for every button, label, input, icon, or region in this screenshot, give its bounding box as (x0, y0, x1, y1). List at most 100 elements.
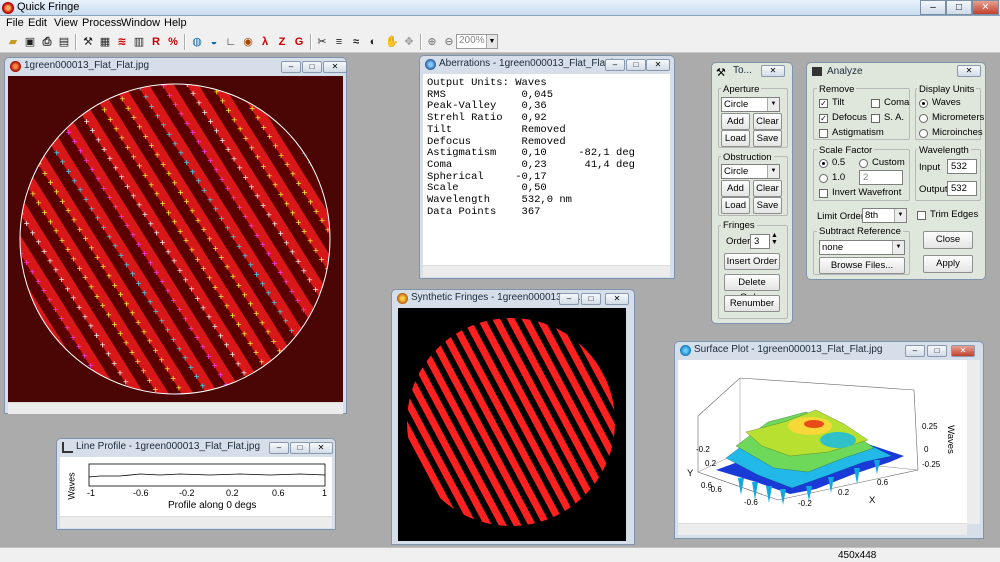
trim-edges-checkbox[interactable] (917, 211, 926, 220)
delete-order-button[interactable]: Delete Order (724, 274, 780, 303)
z-tick: -0.25 (922, 460, 941, 469)
window-close-button[interactable]: ✕ (951, 345, 975, 357)
close-button[interactable]: ✕ (972, 0, 999, 15)
chevron-down-icon[interactable]: ▼ (486, 35, 497, 48)
minimize-button[interactable]: – (920, 0, 946, 15)
ball-icon[interactable]: ◐ (365, 34, 381, 50)
defocus-label: Defocus (832, 112, 867, 123)
browse-files-button[interactable]: Browse Files... (819, 257, 905, 274)
wave-icon[interactable]: ≈ (348, 34, 364, 50)
obstruction-select[interactable]: Circle ▼ (721, 164, 780, 179)
maximize-button[interactable]: □ (946, 0, 972, 15)
defocus-checkbox[interactable]: ✓ (819, 114, 828, 123)
zoom-in-icon[interactable]: ⊕ (424, 34, 440, 50)
surface-hscroll[interactable] (678, 523, 967, 535)
window-maximize-button[interactable]: □ (927, 345, 947, 357)
astigmatism-checkbox[interactable] (819, 129, 828, 138)
analyze-close-button[interactable]: ✕ (957, 65, 981, 77)
z-icon[interactable]: Z (274, 34, 290, 50)
window-close-button[interactable]: ✕ (605, 293, 629, 305)
g-icon[interactable]: G (291, 34, 307, 50)
window-maximize-button[interactable]: □ (581, 293, 601, 305)
obstruction-load-button[interactable]: Load (721, 197, 750, 214)
print-preview-icon[interactable]: ▤ (56, 34, 72, 50)
edge-icon[interactable]: ≡ (331, 34, 347, 50)
interferogram-view[interactable]: + + + + + + + + + + + + + + + + + + + + + + + + + + + + + + + + + + + + + + + +… (8, 76, 343, 403)
line-profile-hscroll[interactable] (60, 516, 332, 528)
aperture-select[interactable]: Circle ▼ (721, 97, 780, 112)
menu-process[interactable]: Process (82, 17, 122, 29)
window-minimize-button[interactable]: – (281, 61, 301, 73)
window-maximize-button[interactable]: □ (290, 442, 310, 454)
interferogram-hscroll[interactable] (8, 402, 343, 414)
custom-scale-input[interactable]: 2 (859, 170, 903, 185)
invert-wavefront-checkbox[interactable] (819, 189, 828, 198)
subtract-reference-select[interactable]: none ▼ (819, 240, 905, 255)
renumber-button[interactable]: Renumber (724, 295, 780, 312)
cut-icon[interactable]: ✂ (314, 34, 330, 50)
window-minimize-button[interactable]: – (905, 345, 925, 357)
window-close-button[interactable]: ✕ (646, 59, 670, 71)
sa-checkbox[interactable] (871, 114, 880, 123)
coma-checkbox[interactable] (871, 99, 880, 108)
wavelength-output[interactable]: 532 (947, 181, 977, 196)
window-minimize-button[interactable]: – (605, 59, 625, 71)
menu-view[interactable]: View (54, 17, 78, 29)
menu-window[interactable]: Window (121, 17, 160, 29)
aperture-clear-button[interactable]: Clear (753, 113, 782, 130)
obstruction-add-button[interactable]: Add (721, 180, 750, 197)
window-close-button[interactable]: ✕ (323, 61, 347, 73)
fringe-marker: + (41, 247, 48, 256)
scale-custom-radio[interactable] (859, 159, 868, 168)
fringe-marker: + (248, 222, 255, 231)
surface-vscroll[interactable] (967, 360, 980, 524)
r-icon[interactable]: R (148, 34, 164, 50)
window-close-button[interactable]: ✕ (309, 442, 333, 454)
print-icon[interactable]: ⎙ (39, 34, 55, 50)
tilt-checkbox[interactable]: ✓ (819, 99, 828, 108)
obstruction-save-button[interactable]: Save (753, 197, 782, 214)
scale-10-radio[interactable] (819, 174, 828, 183)
window-maximize-button[interactable]: □ (626, 59, 646, 71)
zoom-out-icon[interactable]: ⊖ (441, 34, 457, 50)
menu-help[interactable]: Help (164, 17, 187, 29)
apply-button[interactable]: Apply (923, 255, 973, 273)
move-icon[interactable]: ✥ (401, 34, 417, 50)
open-folder-icon[interactable]: ▰ (5, 34, 21, 50)
aberrations-hscroll[interactable] (423, 265, 670, 277)
save-icon[interactable]: ▣ (22, 34, 38, 50)
fringe-marker: + (112, 242, 119, 251)
limit-order-select[interactable]: 8th ▼ (862, 208, 907, 223)
surface-icon[interactable]: ◒ (206, 34, 222, 50)
aperture-save-button[interactable]: Save (753, 130, 782, 147)
window-maximize-button[interactable]: □ (302, 61, 322, 73)
lambda-icon[interactable]: λ (257, 34, 273, 50)
aperture-add-button[interactable]: Add (721, 113, 750, 130)
micrometers-radio[interactable] (919, 114, 928, 123)
fringe-detect-icon[interactable]: ≋ (114, 34, 130, 50)
analyze-icon[interactable]: ▦ (97, 34, 113, 50)
globe-icon[interactable]: ◍ (189, 34, 205, 50)
percent-icon[interactable]: % (165, 34, 181, 50)
scale-05-radio[interactable] (819, 159, 828, 168)
aperture-load-button[interactable]: Load (721, 130, 750, 147)
microinches-radio[interactable] (919, 129, 928, 138)
order-spinner-icon[interactable]: ▲ ▼ (771, 232, 778, 246)
order-input[interactable]: 3 (750, 234, 770, 249)
window-minimize-button[interactable]: – (269, 442, 289, 454)
grid-icon[interactable]: ▥ (131, 34, 147, 50)
window-minimize-button[interactable]: – (559, 293, 579, 305)
menu-edit[interactable]: Edit (28, 17, 47, 29)
wavelength-input[interactable]: 532 (947, 159, 977, 174)
tools-icon[interactable]: ⚒ (80, 34, 96, 50)
tools-close-button[interactable]: ✕ (761, 65, 785, 77)
waves-radio[interactable] (919, 99, 928, 108)
obstruction-clear-button[interactable]: Clear (753, 180, 782, 197)
analyze-close-dialog-button[interactable]: Close (923, 231, 973, 249)
line-profile-icon[interactable]: ∟ (223, 34, 239, 50)
fringe-marker: + (171, 218, 178, 227)
synthetic-icon[interactable]: ◉ (240, 34, 256, 50)
menu-file[interactable]: File (6, 17, 24, 29)
insert-order-button[interactable]: Insert Order (724, 253, 780, 270)
hand-icon[interactable]: ✋ (384, 34, 400, 50)
